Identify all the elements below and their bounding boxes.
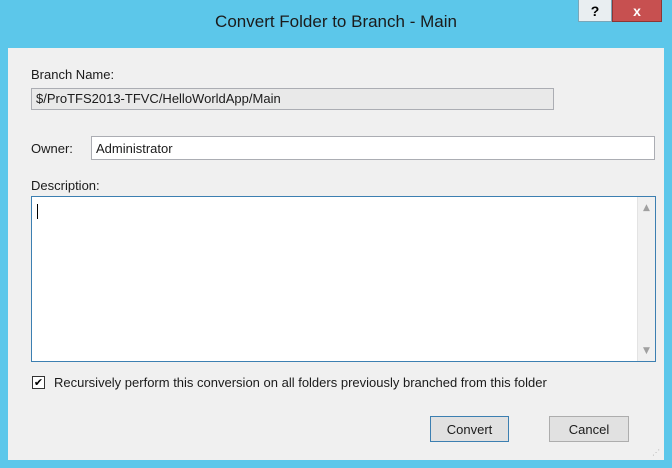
text-caret (37, 204, 38, 219)
branch-name-label: Branch Name: (31, 67, 115, 82)
close-button[interactable]: x (612, 0, 662, 22)
description-scrollbar[interactable]: ▲ ▼ (637, 197, 655, 361)
convert-button[interactable]: Convert (430, 416, 509, 442)
description-textarea[interactable]: ▲ ▼ (31, 196, 656, 362)
resize-grip-icon[interactable]: ⋰ (652, 448, 662, 458)
title-bar[interactable]: Convert Folder to Branch - Main ? x (0, 0, 672, 48)
owner-field[interactable] (91, 136, 655, 160)
owner-label: Owner: (31, 141, 73, 156)
dialog-body: Branch Name: $/ProTFS2013-TFVC/HelloWorl… (8, 48, 664, 460)
recursive-checkbox[interactable]: ✔ (32, 376, 45, 389)
scroll-up-icon[interactable]: ▲ (638, 199, 655, 216)
dialog-title: Convert Folder to Branch - Main (215, 12, 457, 31)
convert-folder-dialog: Convert Folder to Branch - Main ? x Bran… (0, 0, 672, 468)
scroll-down-icon[interactable]: ▼ (638, 342, 655, 359)
cancel-button[interactable]: Cancel (549, 416, 629, 442)
help-button[interactable]: ? (578, 0, 612, 22)
branch-name-field: $/ProTFS2013-TFVC/HelloWorldApp/Main (31, 88, 554, 110)
recursive-checkbox-label[interactable]: Recursively perform this conversion on a… (54, 375, 547, 390)
checkmark-icon: ✔ (33, 376, 44, 389)
description-label: Description: (31, 178, 100, 193)
